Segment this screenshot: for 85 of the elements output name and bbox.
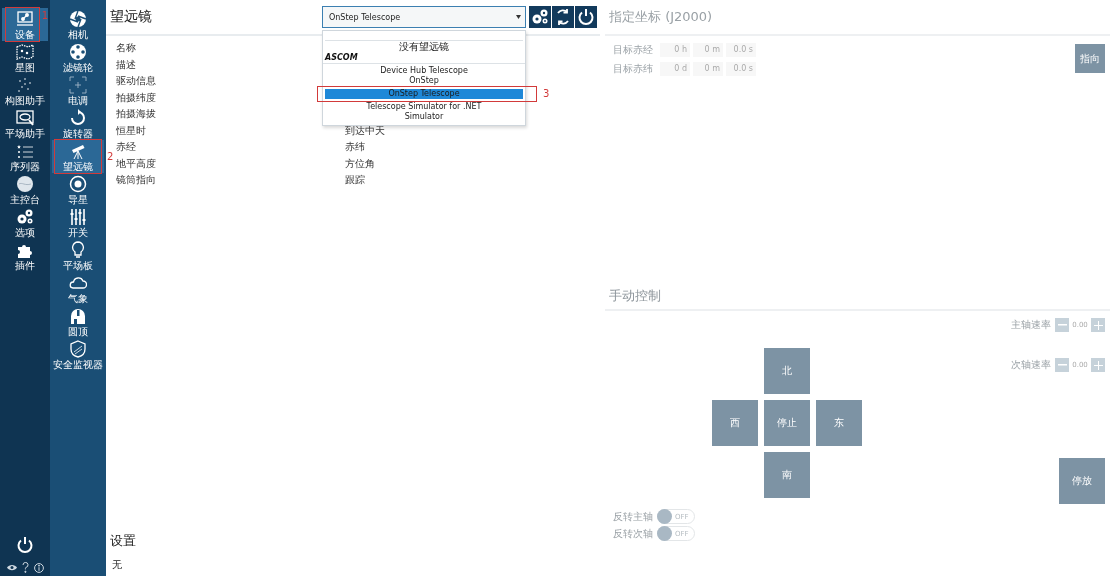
- globe-icon: [16, 174, 34, 193]
- plus-icon: [1093, 320, 1103, 330]
- rate-label: 次轴速率: [1011, 358, 1051, 372]
- property-label: 赤纬: [345, 140, 366, 155]
- property-label: 到达中天: [345, 123, 386, 138]
- settings-value: 无: [112, 558, 123, 572]
- annotation-box: [54, 139, 102, 174]
- power-button[interactable]: [575, 6, 597, 28]
- property-label: 跟踪: [345, 173, 366, 188]
- dropdown-option[interactable]: OnStep: [325, 76, 523, 86]
- sidebar-item[interactable]: 平场板: [52, 239, 104, 272]
- section-title: 手动控制: [605, 283, 1110, 311]
- settings-icon: [16, 207, 34, 226]
- minus-icon: [1057, 364, 1067, 366]
- annotation-box: [5, 7, 40, 42]
- property-label: 拍摄海拔: [116, 107, 157, 122]
- dropdown-option[interactable]: OnStep Telescope: [325, 89, 523, 99]
- settings-icon: [531, 8, 549, 26]
- filter-wheel-icon: [69, 42, 87, 61]
- sidebar-item[interactable]: 导星: [52, 173, 104, 206]
- sidebar-item[interactable]: 安全监视器: [52, 338, 104, 371]
- sidebar-item[interactable]: 开关: [52, 206, 104, 239]
- sidebar-item[interactable]: 圆顶: [52, 305, 104, 338]
- help-icon[interactable]: [21, 562, 29, 573]
- info-icon[interactable]: [33, 562, 44, 573]
- property-label: 拍摄纬度: [116, 90, 157, 105]
- field-label: 目标赤经: [613, 43, 654, 57]
- crosshair-icon: [69, 75, 87, 94]
- sliders-icon: [69, 207, 87, 226]
- power-icon: [577, 8, 595, 26]
- rotate-icon: [69, 108, 87, 127]
- field-label: 目标赤纬: [613, 62, 654, 76]
- property-label: 方位角: [345, 156, 376, 171]
- sidebar-item[interactable]: 选项: [2, 206, 48, 239]
- section-title: 指定坐标 (J2000): [605, 0, 1110, 36]
- power-icon[interactable]: [16, 536, 34, 554]
- sidebar-item[interactable]: 电调: [52, 74, 104, 107]
- plus-icon: [1093, 360, 1103, 370]
- section-title: 设置: [110, 532, 137, 550]
- device-dropdown[interactable]: OnStep Telescope: [322, 6, 526, 28]
- property-label: 赤经: [116, 140, 137, 155]
- map-icon: [16, 42, 34, 61]
- sidebar-item[interactable]: 序列器: [2, 140, 48, 173]
- magnifier-screen-icon: [16, 108, 34, 127]
- laptop-icon: [16, 9, 34, 28]
- annotation-number: 2: [107, 151, 114, 162]
- shield-icon: [69, 339, 87, 358]
- refresh-button[interactable]: [552, 6, 574, 28]
- aperture-icon: [69, 9, 87, 28]
- sidebar-item[interactable]: 设备 1: [2, 8, 48, 41]
- target-icon: [69, 174, 87, 193]
- sidebar-item[interactable]: 主控台: [2, 173, 48, 206]
- minus-icon: [1057, 324, 1067, 326]
- sidebar-item[interactable]: 滤镜轮: [52, 41, 104, 74]
- group-label: ASCOM: [323, 53, 525, 64]
- property-label: 驱动信息: [116, 74, 157, 89]
- panel-title: 望远镜: [109, 8, 153, 26]
- dropdown-option[interactable]: 没有望远镜: [325, 40, 523, 53]
- sidebar-item[interactable]: 星图: [2, 41, 48, 74]
- property-label: 地平高度: [116, 156, 157, 171]
- rate-label: 主轴速率: [1011, 318, 1051, 332]
- caret-icon: [516, 15, 521, 19]
- sidebar-item[interactable]: 插件: [2, 239, 48, 272]
- dropdown-option[interactable]: Telescope Simulator for .NET: [325, 102, 523, 112]
- sidebar-item[interactable]: 相机: [52, 8, 104, 41]
- property-label: 恒星时: [116, 123, 147, 138]
- dropdown-option[interactable]: Simulator: [325, 112, 523, 122]
- eye-icon[interactable]: [6, 564, 17, 571]
- sidebar-item[interactable]: 旋转器: [52, 107, 104, 140]
- toggle-label: 反转主轴: [613, 509, 654, 524]
- annotation-number: 1: [41, 10, 48, 21]
- property-label: 描述: [116, 57, 137, 72]
- property-label: 镜筒指向: [116, 173, 157, 188]
- property-label: 名称: [116, 41, 137, 56]
- annotation-number: 3: [543, 89, 550, 99]
- dropdown-option[interactable]: Device Hub Telescope: [325, 66, 523, 76]
- observatory-icon: [69, 306, 87, 325]
- refresh-icon: [554, 8, 572, 26]
- sidebar-item[interactable]: 平场助手: [2, 107, 48, 140]
- toggle-label: 反转次轴: [613, 526, 654, 541]
- light-bulb-icon: [69, 240, 87, 259]
- sidebar-item[interactable]: 气象: [52, 272, 104, 305]
- sidebar-item[interactable]: 构图助手: [2, 74, 48, 107]
- star-field-icon: [16, 75, 34, 94]
- settings-button[interactable]: [529, 6, 551, 28]
